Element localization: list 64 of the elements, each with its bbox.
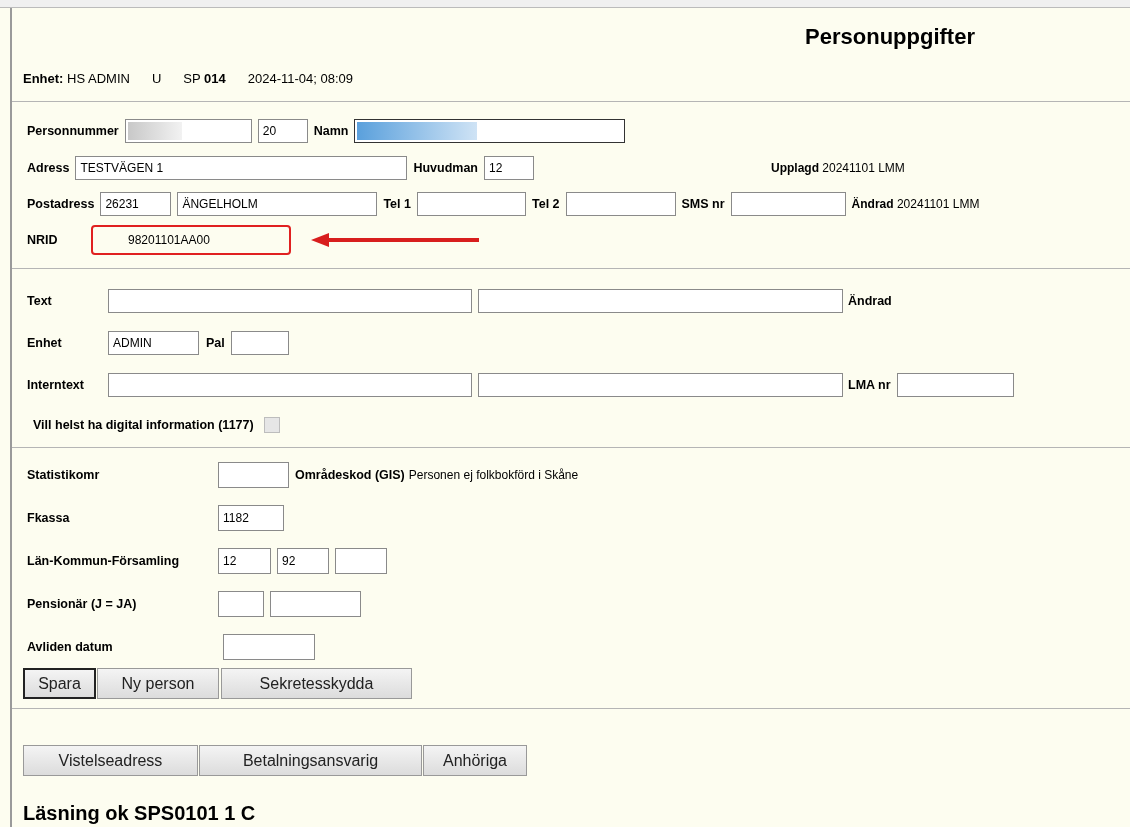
- input-field[interactable]: [108, 289, 472, 313]
- field-label: Områdeskod (GIS): [295, 466, 405, 484]
- mode-text: U: [151, 69, 162, 88]
- field-label: SMS nr: [681, 195, 725, 213]
- input-field[interactable]: 12: [484, 156, 534, 180]
- status-message: Läsning ok SPS0101 1 C: [23, 802, 256, 824]
- field-label: Vill helst ha digital information (1177): [33, 416, 254, 434]
- input-field[interactable]: [230, 331, 289, 355]
- field-label: Namn: [313, 122, 349, 140]
- created-info: Upplagd 20241101 LMM: [771, 160, 905, 177]
- page-title: Personuppgifter: [805, 23, 975, 51]
- field-label: Personnummer: [27, 122, 119, 140]
- input-field[interactable]: 1182: [218, 505, 284, 531]
- input-field[interactable]: ADMIN: [108, 331, 199, 355]
- field-label: Text: [27, 292, 53, 310]
- field-label: Huvudman: [413, 159, 478, 177]
- input-field[interactable]: [335, 548, 387, 574]
- input-field[interactable]: 20: [257, 119, 308, 143]
- input-field[interactable]: [223, 634, 315, 660]
- field-label: Län-Kommun-Församling: [27, 552, 181, 570]
- field-label: Statistikomr: [27, 466, 101, 484]
- redacted-field[interactable]: [354, 119, 626, 143]
- changed-info: Ändrad 20241101 LMM: [851, 196, 980, 213]
- nrid-value: 98201101AA00: [128, 232, 210, 249]
- field-label: Adress: [27, 159, 70, 177]
- input-field[interactable]: ÄNGELHOLM: [177, 192, 378, 216]
- action-button[interactable]: Spara: [23, 668, 96, 699]
- input-field[interactable]: [218, 462, 289, 488]
- action-button[interactable]: Anhöriga: [423, 745, 527, 776]
- input-field[interactable]: [416, 192, 526, 216]
- input-field[interactable]: [730, 192, 846, 216]
- action-button[interactable]: Vistelseadress: [23, 745, 198, 776]
- input-field[interactable]: [478, 373, 843, 397]
- input-field[interactable]: [218, 591, 264, 617]
- field-label: Fkassa: [27, 509, 71, 527]
- field-label: Pal: [206, 334, 225, 352]
- redacted-field[interactable]: [124, 119, 252, 143]
- field-label: Postadress: [27, 195, 95, 213]
- unit-info: Enhet: HS ADMIN: [23, 69, 130, 88]
- field-label: Tel 2: [531, 195, 560, 213]
- input-field[interactable]: [478, 289, 843, 313]
- field-label: Enhet: [27, 334, 63, 352]
- arrow-icon: [311, 233, 481, 247]
- input-field[interactable]: [108, 373, 472, 397]
- field-label: Ändrad: [848, 292, 892, 310]
- input-field[interactable]: 12: [218, 548, 271, 574]
- action-button[interactable]: Ny person: [97, 668, 219, 699]
- input-field[interactable]: [270, 591, 361, 617]
- field-label: Pensionär (J = JA): [27, 595, 138, 613]
- field-label: NRID: [27, 231, 59, 249]
- action-button[interactable]: Sekretesskydda: [221, 668, 412, 699]
- date-time: 2024-11-04; 08:09: [247, 69, 354, 88]
- field-label: Interntext: [27, 376, 85, 394]
- field-label: Avliden datum: [27, 638, 114, 656]
- area-note: Personen ej folkbokförd i Skåne: [408, 467, 579, 484]
- action-button[interactable]: Betalningsansvarig: [199, 745, 422, 776]
- input-field[interactable]: [565, 192, 676, 216]
- field-label: Tel 1: [383, 195, 411, 213]
- input-field[interactable]: [896, 373, 1014, 397]
- sp-info: SP 014: [183, 69, 226, 88]
- input-field[interactable]: 26231: [100, 192, 172, 216]
- input-field[interactable]: TESTVÄGEN 1: [75, 156, 408, 180]
- field-label: LMA nr: [848, 376, 891, 394]
- input-field[interactable]: 92: [277, 548, 329, 574]
